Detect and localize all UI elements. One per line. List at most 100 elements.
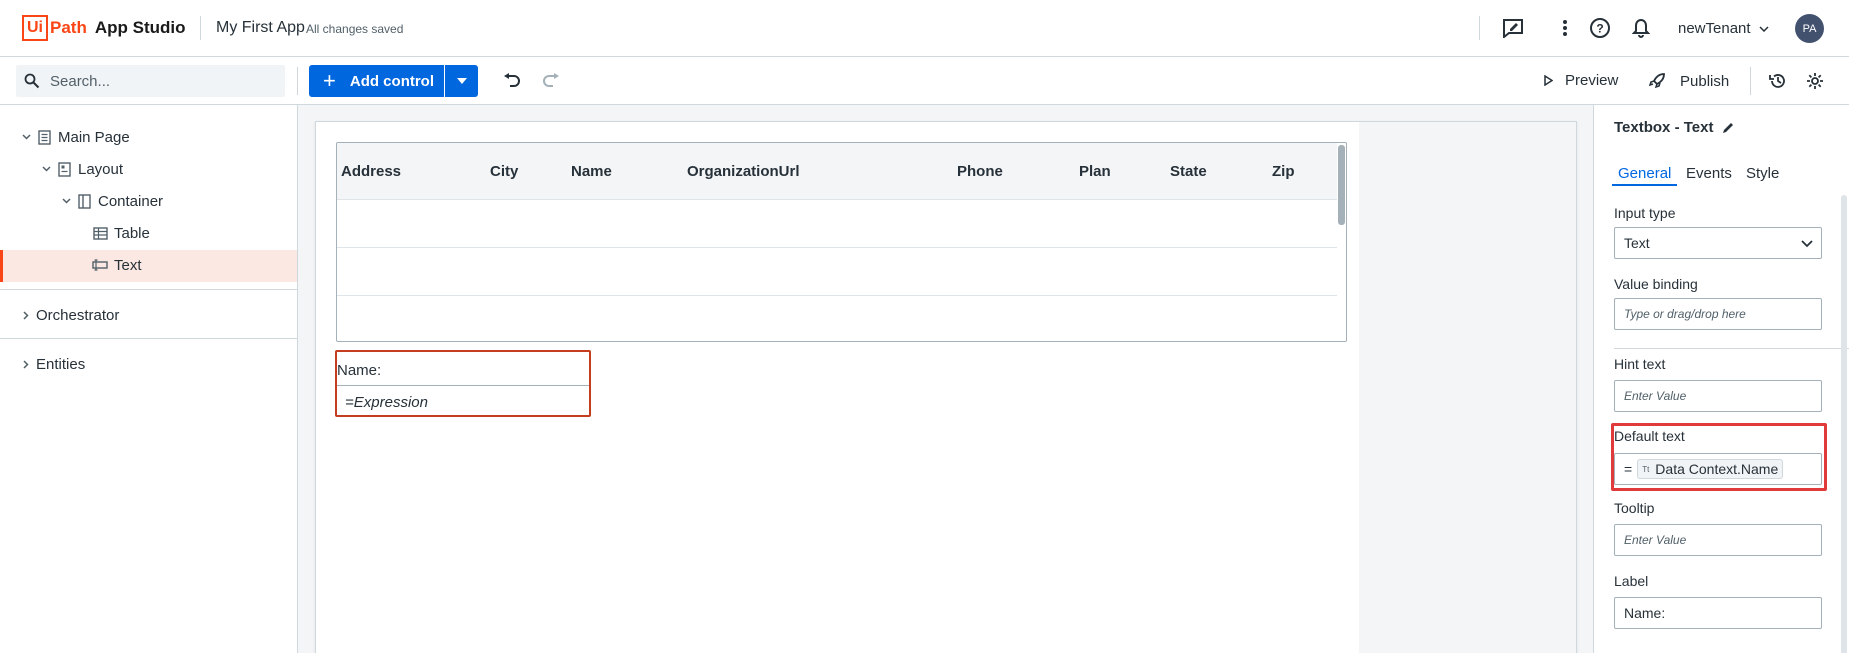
toolbar: Search... + Add control Preview Publish: [0, 57, 1849, 105]
properties-divider: [1614, 348, 1849, 349]
column-header[interactable]: City: [490, 163, 518, 180]
tooltip-input[interactable]: Enter Value: [1614, 524, 1822, 556]
tree-item-label: Text: [114, 256, 142, 274]
chevron-right-icon[interactable]: [20, 310, 32, 320]
textbox-expression: =Expression: [345, 394, 428, 411]
label-value: Name:: [1624, 605, 1666, 621]
publish-button[interactable]: Publish: [1648, 72, 1729, 90]
help-icon[interactable]: ?: [1589, 17, 1611, 39]
toolbar-divider-right: [1750, 67, 1751, 95]
chevron-down-icon: [1759, 25, 1769, 32]
feedback-icon[interactable]: [1502, 17, 1524, 39]
tree-item-label: Table: [114, 224, 150, 242]
chevron-down-icon[interactable]: [60, 198, 72, 204]
value-binding-label: Value binding: [1614, 276, 1698, 292]
tenant-name: newTenant: [1678, 20, 1751, 37]
search-icon: [24, 73, 40, 89]
column-header[interactable]: Address: [341, 163, 401, 180]
table-row: [337, 247, 1337, 248]
tab-events[interactable]: Events: [1686, 165, 1732, 182]
header-divider: [200, 16, 201, 40]
tab-general[interactable]: General: [1612, 165, 1678, 186]
edit-pencil-icon[interactable]: [1721, 121, 1735, 135]
tree-item-container[interactable]: Container: [60, 186, 163, 216]
properties-panel: Textbox - Text General Events Style Inpu…: [1593, 105, 1849, 653]
column-header[interactable]: Name: [571, 163, 612, 180]
hint-text-placeholder: Enter Value: [1624, 389, 1687, 403]
column-header[interactable]: Plan: [1079, 163, 1111, 180]
add-control-label: Add control: [349, 72, 435, 90]
container-icon: [76, 193, 92, 209]
undo-icon[interactable]: [503, 73, 521, 90]
product-name: App Studio: [94, 18, 186, 37]
tree-item-label: Container: [98, 192, 164, 210]
textbox-divider: [337, 385, 589, 386]
input-type-label: Input type: [1614, 205, 1676, 221]
tree-selection-highlight: [0, 250, 297, 282]
tree-divider: [0, 338, 297, 339]
settings-gear-icon[interactable]: [1806, 72, 1824, 90]
tooltip-placeholder: Enter Value: [1624, 533, 1687, 547]
tree-section-label: Orchestrator: [36, 306, 120, 324]
properties-title-text: Textbox - Text: [1614, 119, 1714, 136]
label-input[interactable]: Name:: [1614, 597, 1822, 629]
save-status: All changes saved: [306, 22, 404, 36]
play-icon: [1544, 75, 1553, 86]
redo-icon[interactable]: [542, 73, 560, 90]
caret-down-icon: [456, 78, 467, 84]
search-input[interactable]: Search...: [16, 65, 285, 97]
more-vert-icon[interactable]: [1554, 17, 1576, 39]
plus-icon: +: [323, 68, 336, 93]
column-header[interactable]: Zip: [1272, 163, 1295, 180]
layout-icon: [56, 161, 72, 177]
chevron-down-icon[interactable]: [40, 166, 52, 172]
table-scrollbar[interactable]: [1338, 145, 1345, 225]
chevron-right-icon[interactable]: [20, 359, 32, 369]
svg-text:?: ?: [1596, 22, 1603, 36]
app-header: Ui Path App Studio My First App All chan…: [0, 0, 1849, 57]
user-avatar[interactable]: PA: [1795, 14, 1824, 43]
toolbar-divider: [297, 67, 298, 95]
preview-button[interactable]: Preview: [1544, 72, 1618, 89]
properties-scrollbar[interactable]: [1841, 195, 1847, 653]
add-control-dropdown-button[interactable]: [445, 65, 478, 97]
history-icon[interactable]: [1769, 72, 1787, 90]
tree-item-main-page[interactable]: Main Page: [20, 122, 130, 152]
tree-item-label: Main Page: [58, 128, 130, 146]
canvas-page-margin: [1359, 122, 1576, 653]
column-header[interactable]: Phone: [957, 163, 1003, 180]
tab-style[interactable]: Style: [1746, 165, 1779, 182]
tenant-selector[interactable]: newTenant: [1678, 20, 1769, 37]
value-binding-input[interactable]: Type or drag/drop here: [1614, 298, 1822, 330]
chevron-down-icon[interactable]: [20, 134, 32, 140]
chevron-down-icon: [1801, 235, 1813, 251]
notifications-bell-icon[interactable]: [1630, 17, 1652, 39]
tree-item-table[interactable]: Table: [92, 218, 150, 248]
tree-item-text[interactable]: Text: [92, 250, 142, 280]
table-header: Address City Name OrganizationUrl Phone …: [337, 143, 1337, 200]
column-header[interactable]: OrganizationUrl: [687, 163, 800, 180]
table-control[interactable]: Address City Name OrganizationUrl Phone …: [336, 142, 1347, 342]
textbox-label: Name:: [337, 362, 382, 379]
hint-text-input[interactable]: Enter Value: [1614, 380, 1822, 412]
textbox-control[interactable]: Name: =Expression: [335, 350, 591, 417]
header-divider-right: [1479, 16, 1480, 40]
tree-item-layout[interactable]: Layout: [40, 154, 123, 184]
tree-section-entities[interactable]: Entities: [20, 349, 85, 379]
tree-section-orchestrator[interactable]: Orchestrator: [20, 300, 119, 330]
page-icon: [36, 129, 52, 145]
app-name[interactable]: My First App: [216, 19, 305, 37]
tree-divider: [0, 289, 297, 290]
tree-section-label: Entities: [36, 355, 86, 373]
default-text-highlight: [1611, 423, 1827, 491]
column-header[interactable]: State: [1170, 163, 1207, 180]
add-control-button[interactable]: + Add control: [309, 65, 444, 97]
tree-item-label: Layout: [78, 160, 124, 178]
rocket-icon: [1648, 73, 1665, 89]
input-type-select[interactable]: Text: [1614, 227, 1822, 259]
table-icon: [92, 225, 108, 241]
search-placeholder: Search...: [50, 72, 111, 90]
properties-title: Textbox - Text: [1614, 119, 1735, 136]
table-row: [337, 295, 1337, 296]
uipath-logo[interactable]: Ui Path App Studio: [22, 15, 186, 41]
